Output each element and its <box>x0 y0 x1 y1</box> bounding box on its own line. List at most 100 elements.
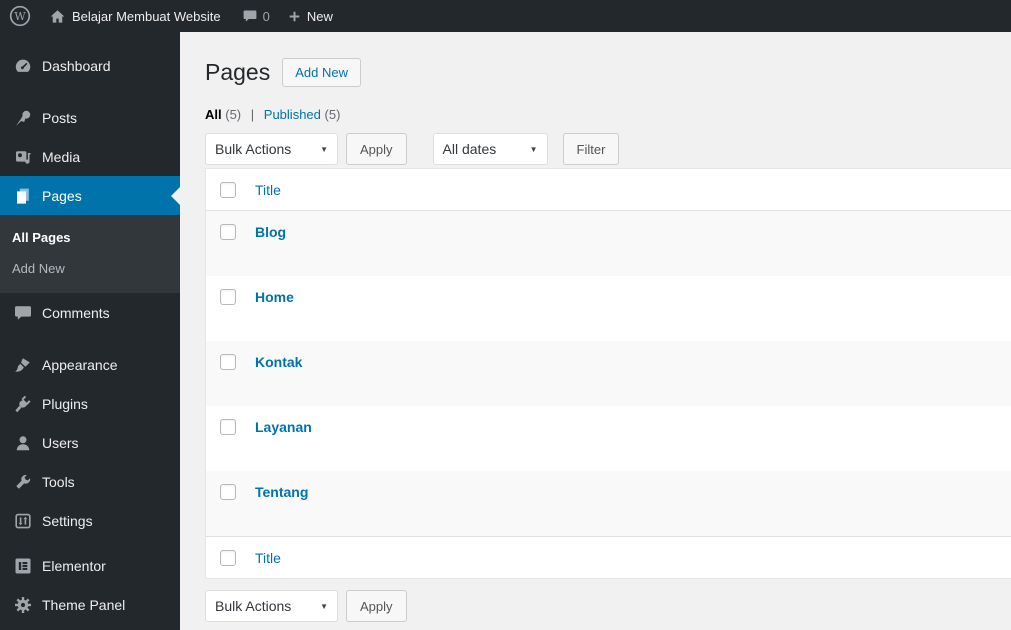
view-published-count: (5) <box>324 107 341 122</box>
column-title-sort-link[interactable]: Title <box>255 550 281 566</box>
view-all-count: (5) <box>225 107 242 122</box>
column-title-sort-link[interactable]: Title <box>255 182 281 198</box>
home-icon <box>49 8 66 25</box>
sidebar-item-media[interactable]: Media <box>0 137 180 176</box>
svg-text:W: W <box>14 10 26 23</box>
page-title-link[interactable]: Layanan <box>255 419 312 435</box>
admin-bar-comments[interactable]: 0 <box>242 8 270 24</box>
view-separator: | <box>250 107 255 122</box>
bulk-actions-select-bottom[interactable]: Bulk Actions ▼ <box>205 590 338 622</box>
sidebar-item-label: Posts <box>42 109 78 126</box>
sidebar-item-label: Theme Panel <box>42 596 126 613</box>
comment-icon <box>13 303 33 323</box>
apply-button-bottom[interactable]: Apply <box>346 590 407 622</box>
view-filter-links: All (5) | Published (5) <box>205 107 1011 123</box>
row-checkbox[interactable] <box>220 484 236 500</box>
comments-bubble-icon <box>242 8 258 24</box>
top-toolbar: Bulk Actions ▼ Apply All dates ▼ Filter <box>205 133 1011 165</box>
table-row: Blog <box>206 211 1011 276</box>
table-header-row: Title <box>206 169 1011 211</box>
dropdown-caret-icon: ▼ <box>529 144 538 154</box>
menu-separator <box>0 85 180 98</box>
table-row: Kontak <box>206 341 1011 406</box>
sidebar-item-label: Plugins <box>42 395 88 412</box>
sidebar-subitem-add-new[interactable]: Add New <box>0 253 180 284</box>
table-row: Tentang <box>206 471 1011 536</box>
sidebar-item-appearance[interactable]: Appearance <box>0 345 180 384</box>
pages-list-table: Title Blog Home Kontak Layanan Tentang T… <box>205 168 1011 579</box>
sidebar-item-settings[interactable]: Settings <box>0 501 180 540</box>
sidebar-item-theme-panel[interactable]: Theme Panel <box>0 585 180 624</box>
sidebar-item-label: Users <box>42 434 79 451</box>
sidebar-item-users[interactable]: Users <box>0 423 180 462</box>
sidebar-item-label: Dashboard <box>42 57 111 74</box>
dashboard-icon <box>13 56 33 76</box>
plug-icon <box>13 394 33 414</box>
admin-bar-site-name[interactable]: Belajar Membuat Website <box>72 9 221 24</box>
view-all-link[interactable]: All <box>205 107 222 122</box>
sidebar-item-label: Tools <box>42 473 75 490</box>
user-icon <box>13 433 33 453</box>
sidebar-subitem-all-pages[interactable]: All Pages <box>0 222 180 253</box>
sidebar-item-label: Media <box>42 148 81 165</box>
select-all-checkbox[interactable] <box>220 549 236 566</box>
table-body: Blog Home Kontak Layanan Tentang <box>206 211 1011 536</box>
admin-bar: W Belajar Membuat Website 0 New <box>0 0 1011 32</box>
sidebar-item-comments[interactable]: Comments <box>0 293 180 332</box>
pages-icon <box>13 186 33 206</box>
table-row: Home <box>206 276 1011 341</box>
sidebar-item-plugins[interactable]: Plugins <box>0 384 180 423</box>
admin-bar-new-label: New <box>306 8 333 24</box>
page-title-link[interactable]: Blog <box>255 224 286 240</box>
plus-icon <box>287 9 302 24</box>
bulk-actions-value: Bulk Actions <box>215 141 292 157</box>
bottom-toolbar: Bulk Actions ▼ Apply <box>205 590 1011 622</box>
page-title-link[interactable]: Tentang <box>255 484 308 500</box>
sidebar-item-label: Appearance <box>42 356 118 373</box>
sidebar-item-tools[interactable]: Tools <box>0 462 180 501</box>
sidebar-item-pages[interactable]: Pages <box>0 176 180 215</box>
sidebar-item-dashboard[interactable]: Dashboard <box>0 46 180 85</box>
sidebar-item-label: Pages <box>42 187 82 204</box>
apply-button[interactable]: Apply <box>346 133 407 165</box>
table-row: Layanan <box>206 406 1011 471</box>
dates-filter-select[interactable]: All dates ▼ <box>432 133 548 165</box>
dropdown-caret-icon: ▼ <box>320 144 328 154</box>
gear-icon <box>13 595 33 615</box>
sliders-icon <box>13 511 33 531</box>
pages-submenu: All Pages Add New <box>0 215 180 293</box>
wordpress-admin-screen: W Belajar Membuat Website 0 New Dashboar… <box>0 0 1011 630</box>
sidebar-item-label: Settings <box>42 512 93 529</box>
page-title-link[interactable]: Home <box>255 289 294 305</box>
pushpin-icon <box>13 108 33 128</box>
admin-bar-new-button[interactable]: New <box>287 9 333 24</box>
filter-button[interactable]: Filter <box>562 133 620 165</box>
menu-separator <box>0 332 180 345</box>
sidebar-item-label: Comments <box>42 304 110 321</box>
add-new-button[interactable]: Add New <box>282 57 361 87</box>
row-checkbox[interactable] <box>220 289 236 305</box>
paintbrush-icon <box>13 355 33 375</box>
bulk-actions-value: Bulk Actions <box>215 598 292 614</box>
sidebar-item-label: Elementor <box>42 557 106 574</box>
wrench-icon <box>13 472 33 492</box>
sidebar-item-posts[interactable]: Posts <box>0 98 180 137</box>
sidebar-item-elementor[interactable]: Elementor <box>0 546 180 585</box>
dropdown-caret-icon: ▼ <box>320 601 328 611</box>
row-checkbox[interactable] <box>220 419 236 435</box>
wordpress-logo-icon[interactable]: W <box>9 5 31 27</box>
page-header: Pages Add New <box>205 57 1011 87</box>
row-checkbox[interactable] <box>220 354 236 370</box>
view-published-link[interactable]: Published <box>264 107 321 122</box>
bulk-actions-select[interactable]: Bulk Actions ▼ <box>205 133 338 165</box>
page-title-link[interactable]: Kontak <box>255 354 302 370</box>
comment-count: 0 <box>262 8 270 24</box>
row-checkbox[interactable] <box>220 224 236 240</box>
elementor-icon <box>13 556 33 576</box>
page-title: Pages <box>205 59 271 85</box>
admin-sidebar: Dashboard Posts Media Pages All Pages Ad… <box>0 32 180 630</box>
media-icon <box>13 147 33 167</box>
select-all-checkbox[interactable] <box>220 181 236 198</box>
dates-filter-value: All dates <box>442 141 497 157</box>
table-footer-row: Title <box>206 536 1011 578</box>
